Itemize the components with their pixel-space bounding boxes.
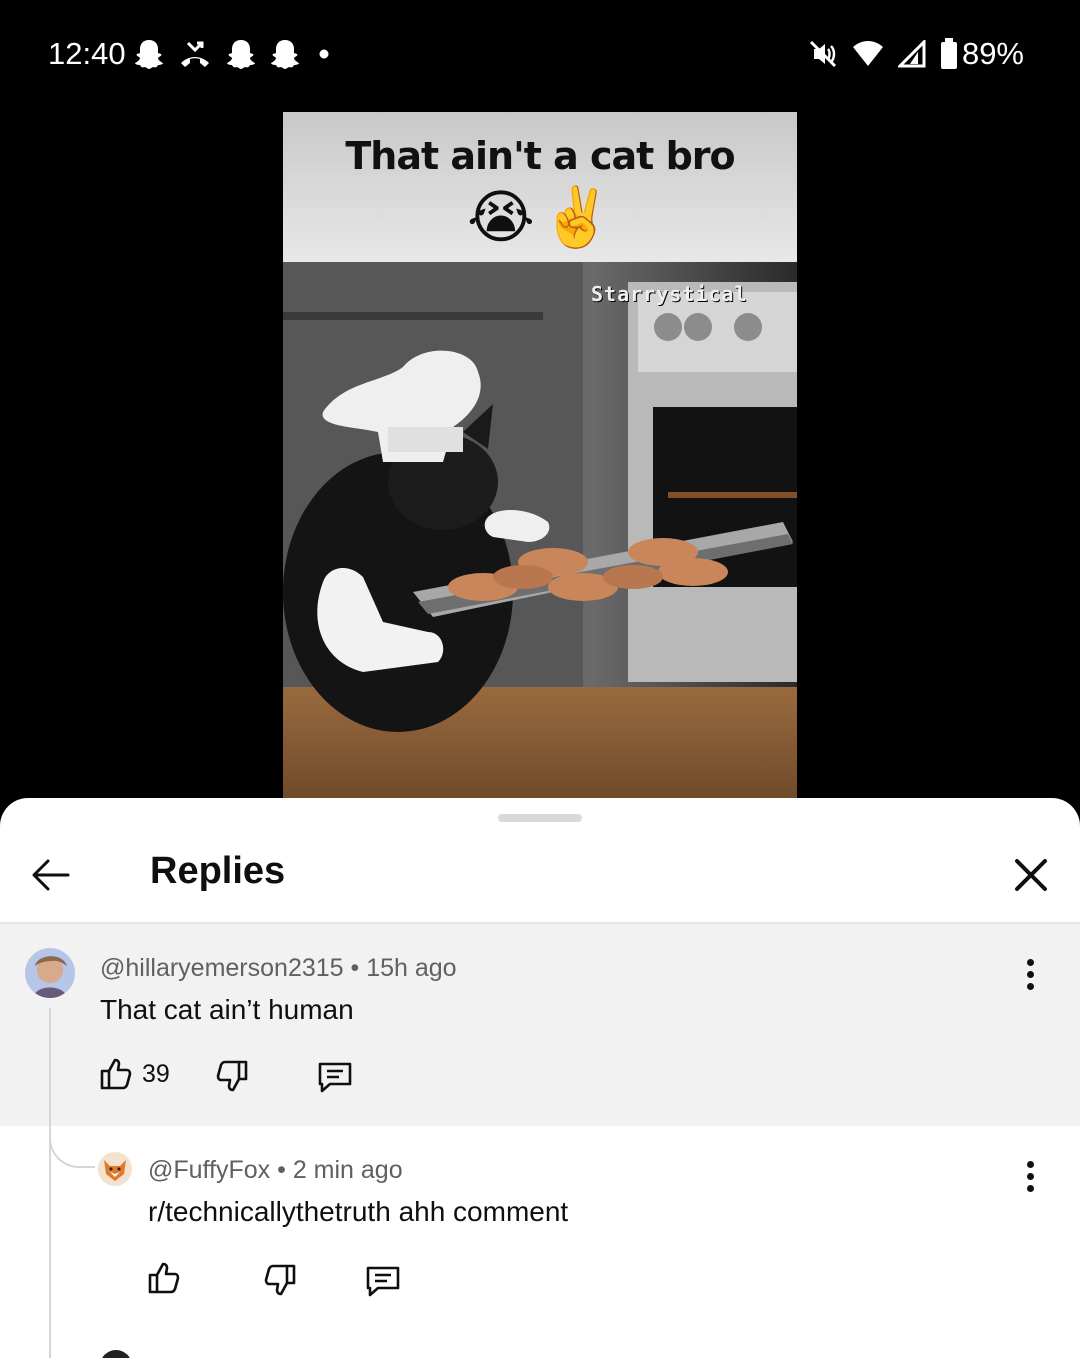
meta-separator: •: [350, 954, 367, 982]
thumbs-up-icon: [148, 1262, 180, 1294]
fox-avatar-image: [98, 1152, 132, 1186]
avatar-image: [25, 948, 75, 998]
avatar[interactable]: [25, 948, 75, 998]
close-icon: [1015, 859, 1047, 891]
reply-button[interactable]: [364, 1262, 402, 1298]
dot-icon: [319, 49, 329, 59]
battery: 89%: [940, 36, 1024, 72]
avatar[interactable]: [98, 1152, 132, 1186]
status-time: 12:40: [48, 36, 126, 71]
reply-button[interactable]: [316, 1058, 354, 1094]
comment-meta: @hillaryemerson2315 • 15h ago: [100, 954, 457, 983]
video-caption: That ain't a cat bro: [345, 134, 735, 178]
dislike-button[interactable]: [214, 1058, 250, 1094]
close-button[interactable]: [1006, 850, 1056, 900]
reply-comment-icon: [366, 1266, 400, 1297]
wifi-icon: [852, 41, 883, 66]
like-count: 39: [142, 1059, 170, 1088]
thumbs-down-icon: [264, 1264, 296, 1296]
video-player[interactable]: That ain't a cat bro 😭 ✌️ Starrystical: [283, 112, 797, 802]
peace-emoji: ✌️: [540, 183, 613, 251]
sheet-title: Replies: [150, 850, 286, 892]
comment-meta: @FuffyFox • 2 min ago: [148, 1156, 403, 1185]
crying-emoji: 😭: [467, 183, 535, 251]
snapchat-icon: [135, 40, 163, 69]
reply-comment: @FuffyFox • 2 min ago r/technicallythetr…: [0, 1126, 1080, 1358]
caption-emojis: 😭 ✌️: [283, 184, 797, 250]
video-frame-cat-chef: [283, 262, 797, 802]
replies-sheet: Replies @hillaryemerson2315 • 15h ago Th…: [0, 798, 1080, 1358]
comment-time: 2 min ago: [292, 1156, 403, 1184]
missed-call-icon: [181, 41, 209, 67]
video-caption-banner: That ain't a cat bro 😭 ✌️: [283, 112, 797, 262]
meta-separator: •: [277, 1156, 293, 1184]
signal-icon: [897, 40, 926, 68]
mute-icon: [809, 40, 837, 68]
comment-author[interactable]: @hillaryemerson2315: [100, 954, 344, 982]
notification-icons: [134, 38, 334, 70]
comment-author[interactable]: @FuffyFox: [148, 1156, 270, 1184]
thumbs-down-icon: [216, 1060, 248, 1092]
dislike-button[interactable]: [262, 1262, 298, 1298]
comment-text: That cat ain’t human: [100, 994, 354, 1025]
sheet-header: Replies: [0, 828, 1080, 924]
parent-comment: @hillaryemerson2315 • 15h ago That cat a…: [0, 924, 1080, 1126]
thumbs-up-icon: [100, 1058, 132, 1090]
system-icons: 89%: [808, 36, 1024, 72]
comment-text: r/technicallythetruth ahh comment: [148, 1196, 569, 1227]
comment-more-button[interactable]: [1015, 954, 1045, 994]
reply-comment-icon: [318, 1062, 352, 1093]
back-button[interactable]: [26, 850, 76, 900]
video-watermark: Starrystical: [591, 282, 748, 306]
battery-icon: [940, 38, 957, 69]
status-bar: 12:40 89%: [0, 0, 1080, 110]
drag-handle[interactable]: [498, 814, 582, 822]
like-button[interactable]: [146, 1260, 190, 1296]
avatar[interactable]: [100, 1350, 132, 1358]
arrow-left-icon: [32, 859, 70, 891]
like-button[interactable]: 39: [98, 1056, 170, 1092]
snapchat-icon: [271, 40, 299, 69]
snapchat-icon: [227, 40, 255, 69]
battery-percent: 89%: [961, 36, 1024, 71]
comment-time: 15h ago: [366, 954, 457, 982]
comment-more-button[interactable]: [1015, 1156, 1045, 1196]
